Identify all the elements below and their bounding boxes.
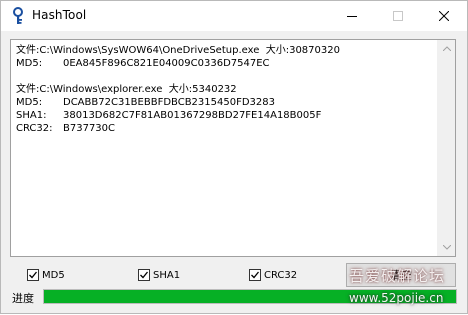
output-line-label: CRC32: [16, 123, 53, 134]
checkmark-icon [29, 271, 38, 279]
output-line-value: B737730C [63, 123, 116, 134]
scroll-up-button[interactable] [438, 40, 455, 57]
window-title: HashTool [32, 8, 87, 22]
minimize-icon [347, 16, 357, 17]
output-line: SHA1: 38013D682C7F81AB01367298BD27FE14A18… [16, 109, 340, 122]
output-line: MD5: 0EA845F896C821E04009C0336D7547EC [16, 57, 340, 70]
output-line-label: MD5: [16, 97, 43, 108]
crc32-checkbox-box[interactable] [249, 269, 261, 281]
close-icon [439, 11, 449, 21]
output-line: 文件:C:\Windows\explorer.exe 大小:5340232 [16, 83, 340, 96]
checkmark-icon [251, 271, 260, 279]
output-line-value: 0EA845F896C821E04009C0336D7547EC [63, 58, 270, 69]
progress-label: 进度 [12, 292, 34, 305]
checkmark-icon [140, 271, 149, 279]
output-line-label: MD5: [16, 58, 43, 69]
output-line-file: 文件:C:\Windows\SysWOW64\OneDriveSetup.exe… [16, 45, 340, 56]
md5-checkbox-box[interactable] [27, 269, 39, 281]
crc32-checkbox[interactable]: CRC32 [249, 267, 297, 283]
minimize-button[interactable] [329, 1, 375, 31]
title-bar[interactable]: HashTool [1, 1, 467, 31]
progress-bar [43, 289, 457, 304]
app-window: HashTool 文件:C:\Windows\SysWOW64\OneDrive… [0, 0, 468, 314]
output-line-label: SHA1: [16, 110, 47, 121]
sha1-checkbox-box[interactable] [138, 269, 150, 281]
hash-output-textbox[interactable]: 文件:C:\Windows\SysWOW64\OneDriveSetup.exe… [10, 39, 456, 257]
maximize-button[interactable] [375, 1, 421, 31]
lock-key-icon [10, 7, 26, 25]
sha1-checkbox[interactable]: SHA1 [138, 267, 180, 283]
clear-button[interactable]: 清空 [346, 263, 456, 287]
output-line-value: 38013D682C7F81AB01367298BD27FE14A18B005F [63, 110, 322, 121]
output-line: CRC32: B737730C [16, 122, 340, 135]
crc32-checkbox-label: CRC32 [264, 269, 298, 281]
vertical-scrollbar[interactable] [437, 40, 455, 256]
chevron-down-icon [442, 245, 451, 250]
close-button[interactable] [421, 1, 467, 31]
output-line: 文件:C:\Windows\SysWOW64\OneDriveSetup.exe… [16, 44, 340, 57]
scroll-down-button[interactable] [438, 239, 455, 256]
sha1-checkbox-label: SHA1 [153, 269, 181, 281]
maximize-icon [393, 11, 403, 21]
output-line: MD5: DCABB72C31BEBBFDBCB2315450FD3283 [16, 96, 340, 109]
output-line-value: DCABB72C31BEBBFDBCB2315450FD3283 [63, 97, 275, 108]
progress-bar-fill [44, 290, 456, 303]
md5-checkbox[interactable]: MD5 [27, 267, 65, 283]
output-line-file: 文件:C:\Windows\explorer.exe 大小:5340232 [16, 84, 237, 95]
md5-checkbox-label: MD5 [42, 269, 65, 281]
chevron-up-icon [442, 46, 451, 51]
hash-output-text: 文件:C:\Windows\SysWOW64\OneDriveSetup.exe… [16, 44, 340, 135]
